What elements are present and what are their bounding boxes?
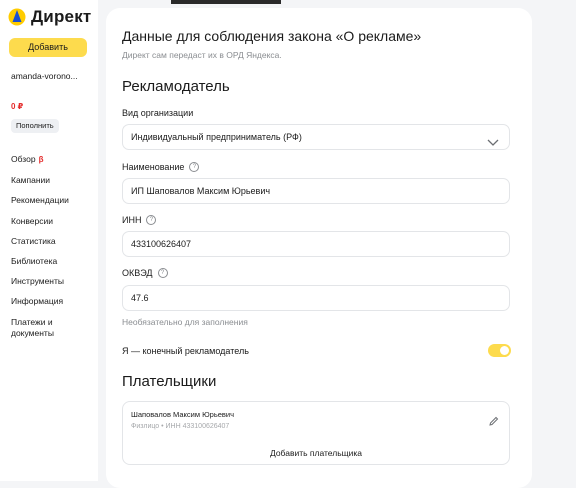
okved-value: 47.6 [131,293,149,303]
account-name[interactable]: amanda-vorono... [11,71,78,81]
sidebar-item-recommendations[interactable]: Рекомендации [11,195,95,205]
inn-value: 433100626407 [131,239,192,249]
sidebar-item-conversions[interactable]: Конверсии [11,216,95,226]
add-payer-button[interactable]: Добавить плательщика [123,448,509,458]
sidebar-item-overview[interactable]: Обзор β [11,154,95,165]
okved-label-text: ОКВЭД [122,268,153,278]
okved-label: ОКВЭД? [122,268,168,278]
sidebar-item-label: Обзор [11,154,36,164]
org-type-select[interactable]: Индивидуальный предприниматель (РФ) [122,124,510,150]
beta-badge: β [38,155,44,164]
org-type-label-text: Вид организации [122,108,194,118]
payer-meta: Физлицо • ИНН 433100626407 [131,423,230,430]
name-input[interactable]: ИП Шаповалов Максим Юрьевич [122,178,510,204]
inn-label-text: ИНН [122,215,142,225]
org-type-label: Вид организации [122,108,193,118]
inn-label: ИНН? [122,215,157,225]
sidebar-item-payments[interactable]: Платежи и документы [11,317,95,339]
payers-section-title: Плательщики [122,373,217,390]
name-label-text: Наименование [122,162,185,172]
sidebar-nav: Обзор β Кампании Рекомендации Конверсии С… [11,154,95,349]
org-type-value: Индивидуальный предприниматель (РФ) [131,132,302,142]
final-advertiser-toggle[interactable] [488,344,511,357]
name-label: Наименование? [122,162,200,172]
payer-card: Шаповалов Максим Юрьевич Физлицо • ИНН 4… [122,401,510,465]
inn-input[interactable]: 433100626407 [122,231,510,257]
help-icon[interactable]: ? [157,268,168,278]
scroll-indicator [171,0,281,4]
sidebar-item-campaigns[interactable]: Кампании [11,175,95,185]
logo-text: Директ [31,7,92,26]
toggle-knob [500,346,509,355]
help-icon[interactable]: ? [146,215,157,225]
page-subtitle: Директ сам передаст их в ОРД Яндекса. [122,50,282,60]
help-icon[interactable]: ? [189,162,200,172]
final-advertiser-label: Я — конечный рекламодатель [122,346,249,356]
okved-input[interactable]: 47.6 [122,285,510,311]
chevron-down-icon [487,132,499,156]
sidebar-item-information[interactable]: Информация [11,296,95,306]
optional-hint: Необязательно для заполнения [122,317,248,327]
account-balance: 0 ₽ [11,102,24,111]
add-button[interactable]: Добавить [9,38,87,57]
sidebar-item-library[interactable]: Библиотека [11,256,95,266]
direct-logo-icon [8,8,26,26]
page-title: Данные для соблюдения закона «О рекламе» [122,28,422,44]
direct-logo[interactable]: Директ [8,7,91,27]
name-value: ИП Шаповалов Максим Юрьевич [131,186,271,196]
payer-name: Шаповалов Максим Юрьевич [131,410,235,419]
edit-pencil-icon[interactable] [488,414,499,432]
sidebar-item-tools[interactable]: Инструменты [11,276,95,286]
sidebar: Директ Добавить amanda-vorono... 0 ₽ Поп… [0,0,98,481]
sidebar-item-statistics[interactable]: Статистика [11,236,95,246]
advertiser-section-title: Рекламодатель [122,78,230,95]
topup-button[interactable]: Пополнить [11,119,59,133]
